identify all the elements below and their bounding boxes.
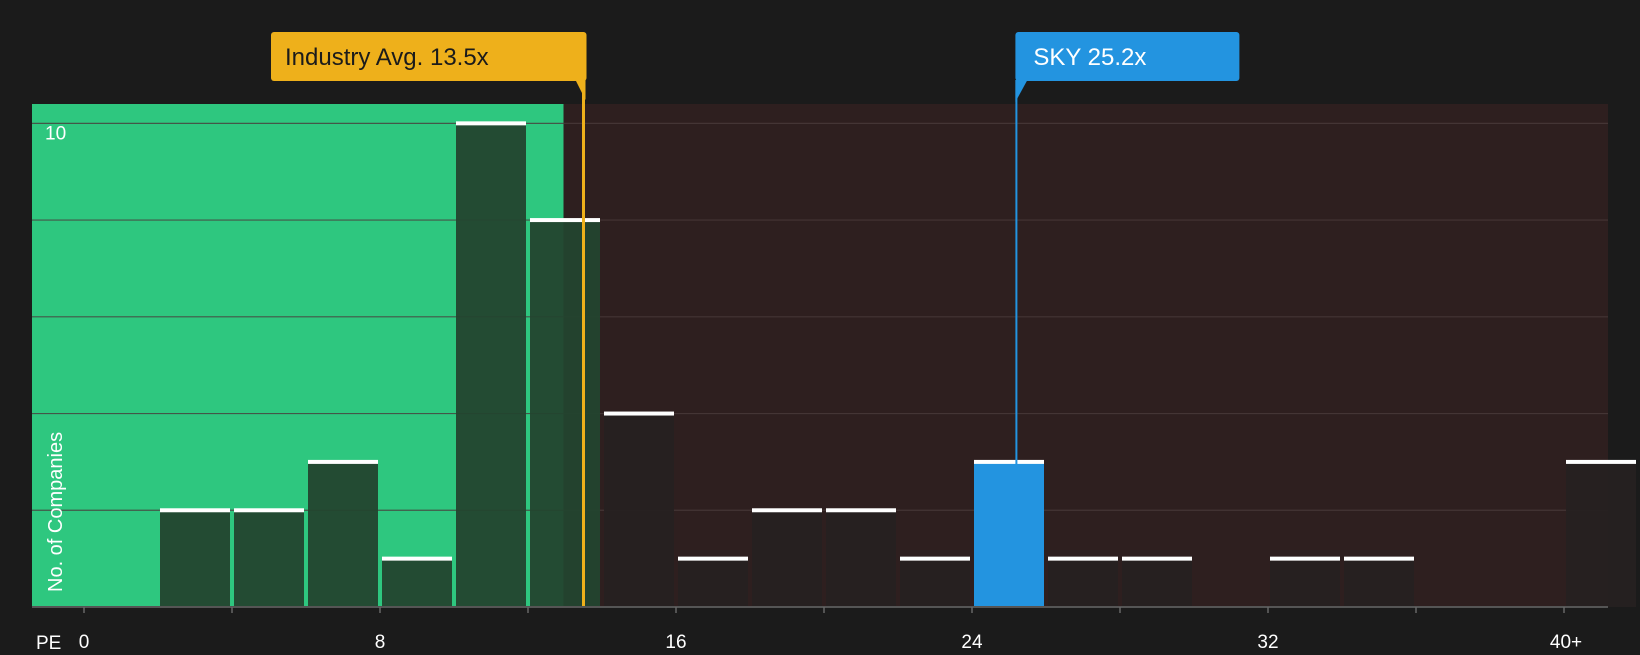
bar-cap [456, 121, 526, 126]
bar-cap [308, 459, 378, 464]
bar-cap [1566, 459, 1636, 464]
x-axis-label: PE [36, 633, 61, 650]
company-label: SKY 25.2x [1033, 44, 1146, 71]
region-above-average [563, 104, 1608, 607]
histogram-bar [900, 558, 970, 607]
x-tick-label: 32 [1257, 632, 1278, 650]
bar-cap [752, 508, 822, 513]
bar-cap [1344, 556, 1414, 561]
histogram-bar [530, 220, 600, 608]
x-tick-label: 24 [961, 632, 983, 650]
x-tick-label: 16 [665, 632, 686, 650]
bar-cap [1270, 556, 1340, 561]
industry-avg-label: Industry Avg. 13.5x [285, 44, 489, 71]
x-tick-label: 0 [79, 632, 90, 650]
chart-svg: 0 8 16 24 32 40+ 10 Industry Avg. 13.5x SKY 25.… [0, 0, 1640, 654]
histogram-bar [234, 510, 304, 607]
histogram-bar [1048, 558, 1118, 607]
histogram-bar [1566, 461, 1636, 607]
histogram-bar [974, 461, 1044, 607]
pe-distribution-chart: 0 8 16 24 32 40+ 10 Industry Avg. 13.5x SKY 25.… [0, 0, 1640, 654]
bar-cap [160, 508, 230, 513]
histogram-bar [678, 558, 748, 607]
bar-cap [1048, 556, 1118, 561]
bar-cap [826, 508, 896, 513]
bar-cap [604, 411, 674, 416]
histogram-bar [382, 558, 452, 607]
bar-cap [530, 218, 600, 223]
y-axis-label: No. of Companies [45, 432, 67, 592]
y-tick-label: 10 [45, 123, 66, 144]
bar-cap [234, 508, 304, 513]
histogram-bar [604, 413, 674, 607]
histogram-bar [1270, 558, 1340, 607]
bar-cap [678, 556, 748, 561]
bar-cap [974, 459, 1044, 464]
histogram-bar [308, 461, 378, 607]
histogram-bar [752, 510, 822, 607]
histogram-bar [1122, 558, 1192, 607]
bar-cap [1122, 556, 1192, 561]
histogram-bar [160, 510, 230, 607]
x-tick-label: 8 [375, 632, 386, 650]
bar-cap [382, 556, 452, 561]
histogram-bar [1344, 558, 1414, 607]
x-tick-label: 40+ [1550, 632, 1582, 650]
bar-cap [900, 556, 970, 561]
histogram-bar [826, 510, 896, 607]
histogram-bar [456, 123, 526, 607]
